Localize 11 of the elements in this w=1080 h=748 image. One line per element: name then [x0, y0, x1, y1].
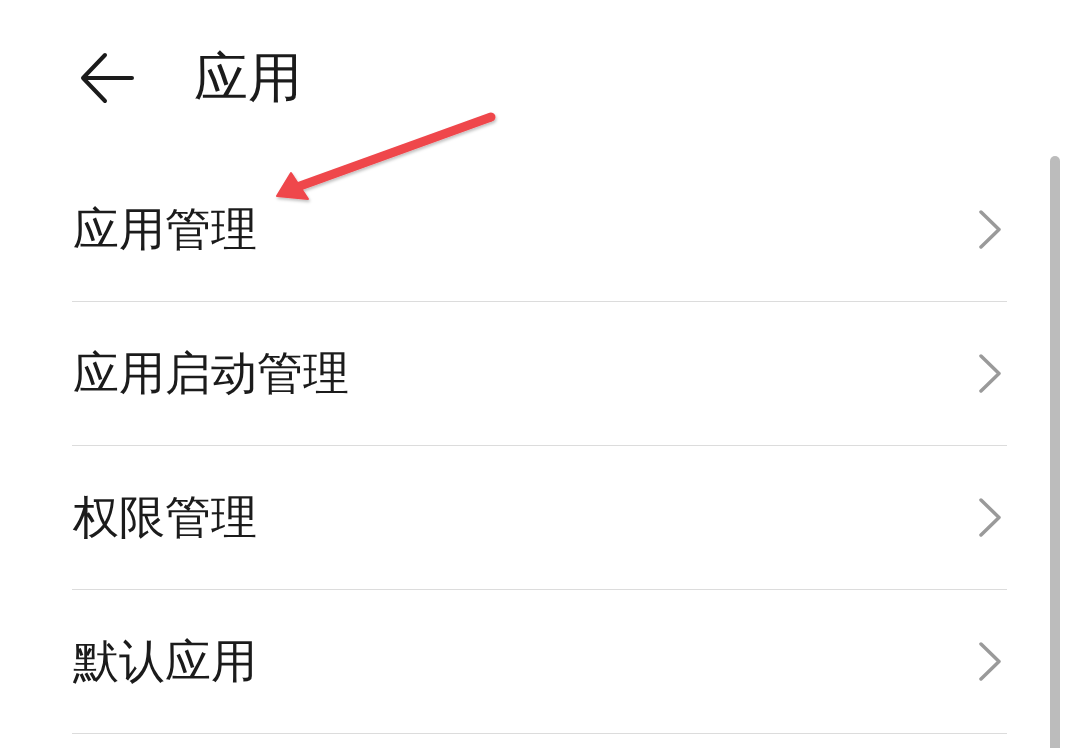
chevron-right-icon: [979, 642, 1001, 681]
chevron-right-icon: [979, 498, 1001, 537]
chevron-right-icon: [979, 354, 1001, 393]
settings-list-item[interactable]: 权限管理: [72, 446, 1007, 590]
settings-list-item[interactable]: 默认应用: [72, 590, 1007, 734]
page-title: 应用: [194, 48, 302, 108]
chevron-right-icon: [979, 210, 1001, 249]
back-arrow-icon: [80, 52, 134, 104]
settings-list-item[interactable]: 应用启动管理: [72, 302, 1007, 446]
back-button[interactable]: [80, 52, 134, 104]
scrollbar[interactable]: [1050, 156, 1060, 748]
